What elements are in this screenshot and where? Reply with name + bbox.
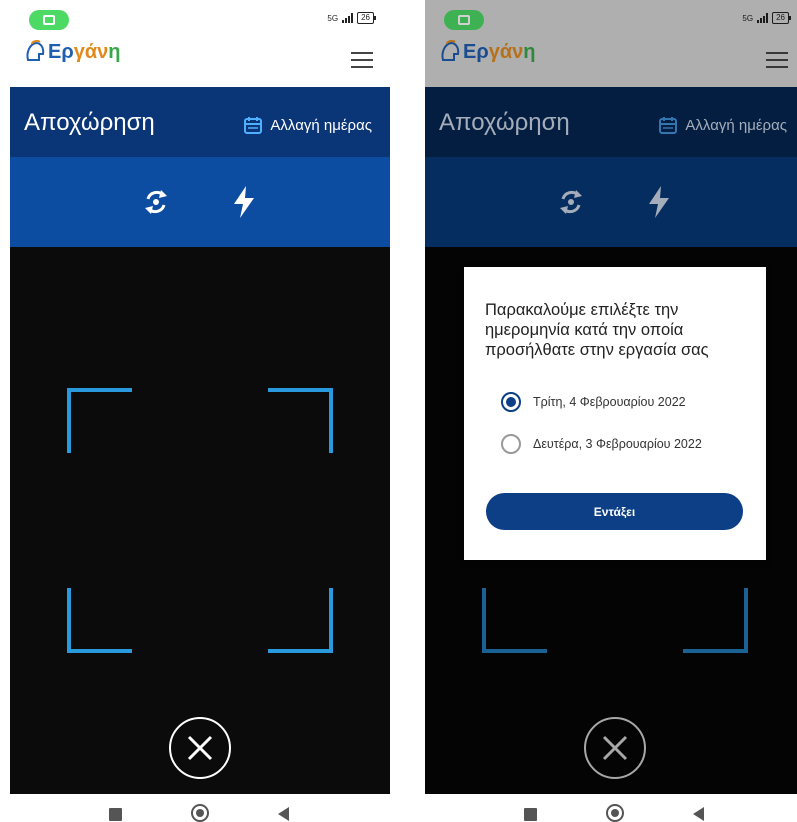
back-icon[interactable] [278, 807, 289, 821]
app-logo: Εργάνη [24, 40, 120, 64]
system-nav-bar [425, 794, 797, 822]
logo-text-part: η [108, 40, 121, 63]
battery-level: 26 [361, 13, 370, 22]
battery-icon: 26 [357, 12, 376, 24]
date-selection-screen: 5G 26 Εργάνη Αποχώρηση Αλλαγή ημέρας Παρ… [425, 0, 797, 822]
date-option[interactable]: Τρίτη, 4 Φεβρουαρίου 2022 [501, 392, 686, 412]
signal-icon [342, 13, 354, 23]
rotate-camera-icon[interactable] [136, 182, 176, 222]
status-bar: 5G 26 [10, 0, 390, 32]
ok-button[interactable]: Εντάξει [486, 493, 743, 530]
scan-frame-corner [268, 588, 333, 653]
scan-frame-corner [67, 388, 132, 453]
recent-apps-icon[interactable] [524, 808, 537, 821]
logo-text-part: Ερ [48, 40, 74, 63]
date-selection-dialog: Παρακαλούμε επιλέξτε την ημερομηνία κατά… [464, 267, 766, 560]
network-label: 5G [327, 13, 339, 23]
camera-preview [10, 247, 390, 794]
scan-frame-corner [268, 388, 333, 453]
home-icon[interactable] [606, 804, 624, 822]
radio-button-unchecked[interactable] [501, 434, 521, 454]
back-icon[interactable] [693, 807, 704, 821]
recent-apps-icon[interactable] [109, 808, 122, 821]
logo-text-part: γάν [73, 40, 109, 63]
hamburger-menu-icon[interactable] [351, 52, 373, 68]
dialog-message: Παρακαλούμε επιλέξτε την ημερομηνία κατά… [485, 301, 709, 359]
flash-icon[interactable] [224, 182, 264, 222]
date-option-label: Δευτέρα, 3 Φεβρουαρίου 2022 [533, 437, 702, 451]
helmet-logo-icon [26, 40, 45, 61]
camera-toolbar [10, 157, 390, 247]
radio-button-checked[interactable] [501, 392, 521, 412]
system-nav-bar [10, 794, 390, 822]
home-icon[interactable] [191, 804, 209, 822]
app-bar: Εργάνη [10, 32, 390, 87]
system-icons: 5G 26 [327, 12, 376, 24]
page-title: Αποχώρηση [24, 109, 155, 136]
scan-frame-corner [67, 588, 132, 653]
title-bar: Αποχώρηση Αλλαγή ημέρας [10, 87, 390, 157]
date-option-label: Τρίτη, 4 Φεβρουαρίου 2022 [533, 395, 686, 409]
scanner-screen: 5G 26 Εργάνη Αποχώρηση Αλλαγή ημέρας [10, 0, 390, 822]
change-day-button[interactable]: Αλλαγή ημέρας [243, 115, 372, 135]
camera-icon [29, 10, 69, 30]
close-icon[interactable] [169, 717, 231, 779]
calendar-icon [244, 117, 263, 134]
date-option[interactable]: Δευτέρα, 3 Φεβρουαρίου 2022 [501, 434, 702, 454]
change-day-label: Αλλαγή ημέρας [270, 116, 372, 134]
